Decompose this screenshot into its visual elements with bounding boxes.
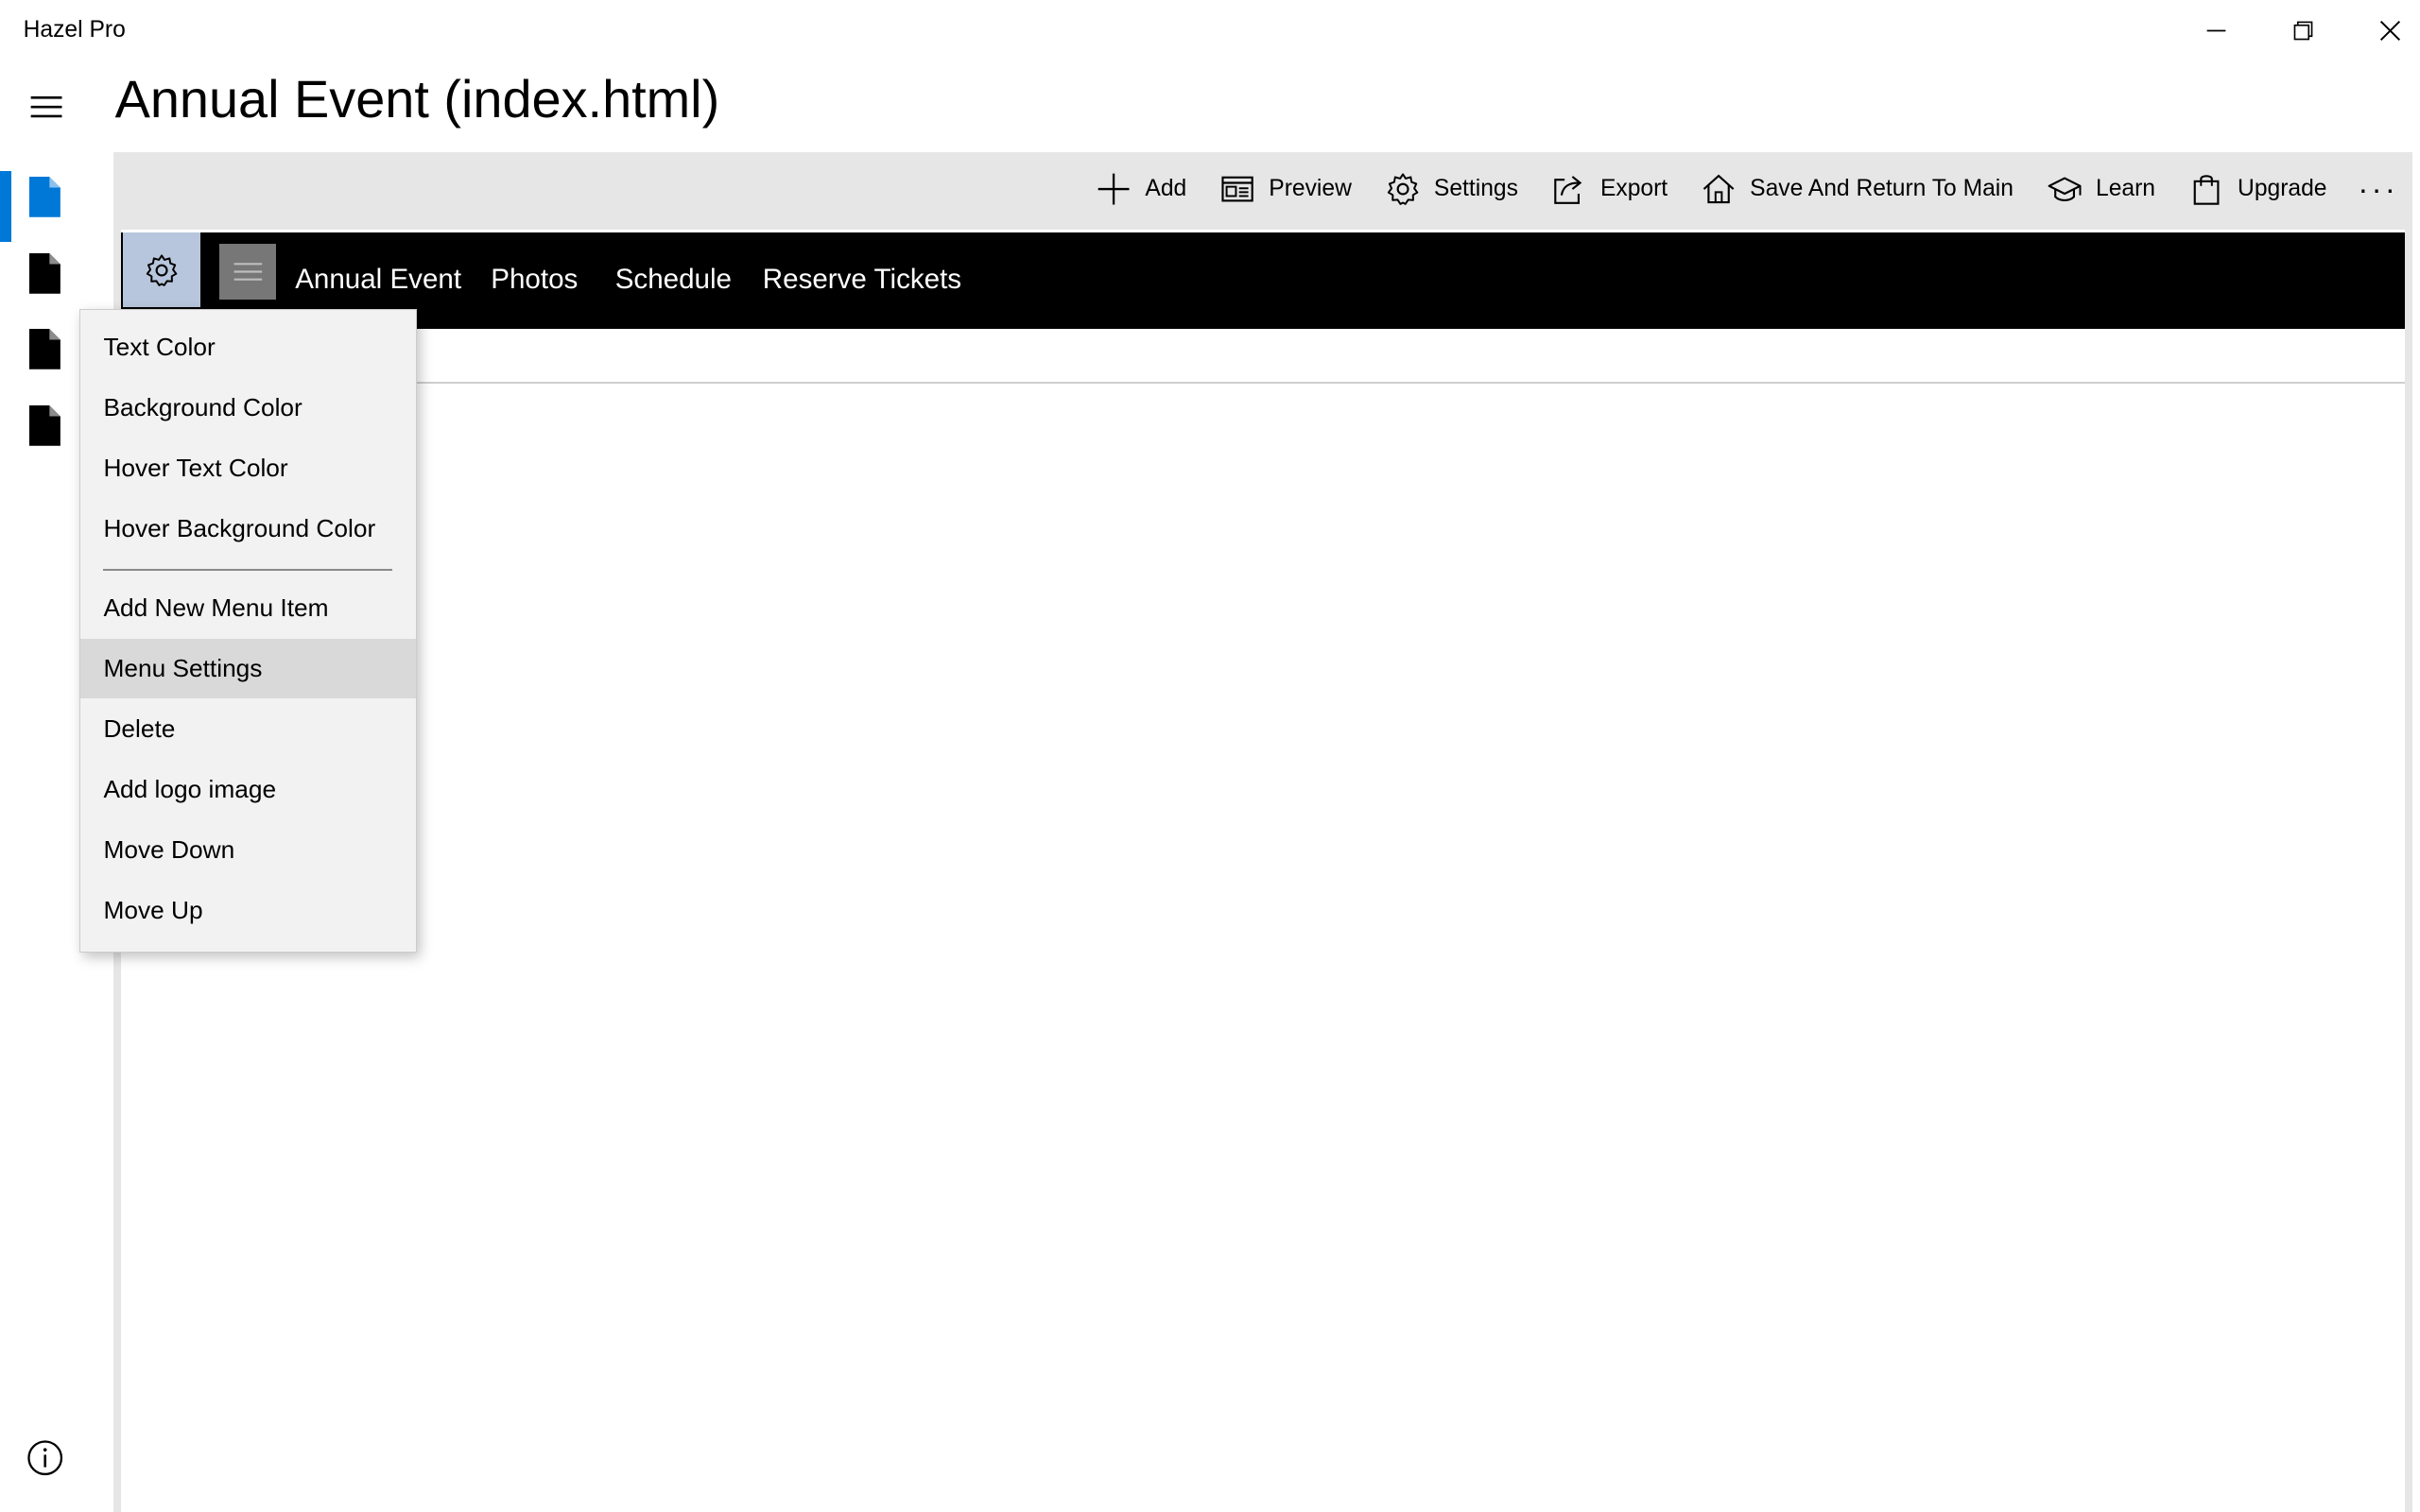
gear-icon — [1387, 173, 1419, 206]
rail-page-1[interactable] — [22, 171, 68, 224]
hamburger-menu-button[interactable] — [22, 87, 72, 128]
settings-button[interactable]: Settings — [1369, 152, 1535, 227]
graduation-cap-icon — [2048, 177, 2082, 202]
menu-context-flyout: Text Color Background Color Hover Text C… — [78, 308, 417, 953]
menu-item-hover-text-color[interactable]: Hover Text Color — [80, 438, 416, 497]
save-and-return-button[interactable]: Save And Return To Main — [1685, 152, 2031, 227]
menu-toggle-button[interactable] — [218, 243, 277, 301]
info-icon — [27, 1440, 63, 1476]
menu-item-move-up[interactable]: Move Up — [80, 882, 416, 940]
learn-button[interactable]: Learn — [2031, 152, 2172, 227]
more-options-button[interactable]: ··· — [2344, 152, 2412, 227]
close-icon — [2380, 21, 2401, 42]
restore-icon — [2293, 21, 2313, 41]
close-button[interactable] — [2355, 7, 2420, 57]
preview-icon — [1221, 177, 1254, 202]
gear-icon — [146, 254, 178, 286]
upgrade-label: Upgrade — [2238, 176, 2327, 202]
hamburger-icon — [30, 96, 62, 118]
add-label: Add — [1145, 176, 1187, 202]
minimize-button[interactable] — [2181, 7, 2253, 57]
menu-gear-button[interactable] — [122, 232, 200, 308]
selected-page-indicator — [0, 170, 11, 243]
hamburger-icon — [233, 263, 262, 281]
rail-page-3[interactable] — [22, 323, 68, 376]
minimize-icon — [2206, 30, 2226, 32]
add-button[interactable]: Add — [1080, 152, 1203, 227]
menu-item-hover-background-color[interactable]: Hover Background Color — [80, 499, 416, 558]
nav-item-annual-event[interactable]: Annual Event — [295, 264, 461, 296]
save-and-return-label: Save And Return To Main — [1750, 176, 2014, 202]
nav-item-reserve-tickets[interactable]: Reserve Tickets — [763, 264, 961, 296]
menu-item-move-down[interactable]: Move Down — [80, 821, 416, 880]
export-label: Export — [1599, 176, 1668, 202]
home-icon — [1703, 175, 1735, 204]
app-title: Hazel Pro — [23, 17, 126, 43]
info-button[interactable] — [22, 1435, 68, 1481]
menu-item-background-color[interactable]: Background Color — [80, 378, 416, 437]
preview-label: Preview — [1269, 176, 1352, 202]
nav-item-schedule[interactable]: Schedule — [615, 264, 732, 296]
menu-item-menu-settings[interactable]: Menu Settings — [79, 639, 416, 698]
menu-item-add-logo-image[interactable]: Add logo image — [80, 761, 416, 819]
page-canvas[interactable] — [121, 230, 2405, 1512]
share-icon — [1554, 176, 1582, 205]
settings-label: Settings — [1433, 176, 1518, 202]
page-icon — [29, 252, 61, 294]
menu-separator — [103, 569, 393, 572]
content-divider — [416, 382, 2405, 384]
learn-label: Learn — [2096, 176, 2155, 202]
menu-item-delete[interactable]: Delete — [80, 699, 416, 758]
export-button[interactable]: Export — [1535, 152, 1685, 227]
command-bar: Add Preview Settings Export Save And Ret… — [113, 152, 2412, 227]
restore-button[interactable] — [2268, 7, 2340, 57]
rail-page-4[interactable] — [22, 399, 68, 452]
menu-item-text-color[interactable]: Text Color — [80, 318, 416, 376]
rail-page-2[interactable] — [22, 247, 68, 300]
nav-item-photos[interactable]: Photos — [491, 264, 578, 296]
menu-item-add-new-menu-item[interactable]: Add New Menu Item — [80, 578, 416, 637]
page-icon — [29, 177, 61, 218]
page-icon — [29, 404, 61, 446]
preview-button[interactable]: Preview — [1203, 152, 1369, 227]
site-menu-bar[interactable] — [121, 232, 2405, 330]
page-icon — [29, 329, 61, 370]
page-title: Annual Event (index.html) — [114, 69, 720, 129]
plus-icon — [1098, 174, 1130, 205]
shopping-bag-icon — [2193, 175, 2220, 206]
upgrade-button[interactable]: Upgrade — [2172, 152, 2344, 227]
